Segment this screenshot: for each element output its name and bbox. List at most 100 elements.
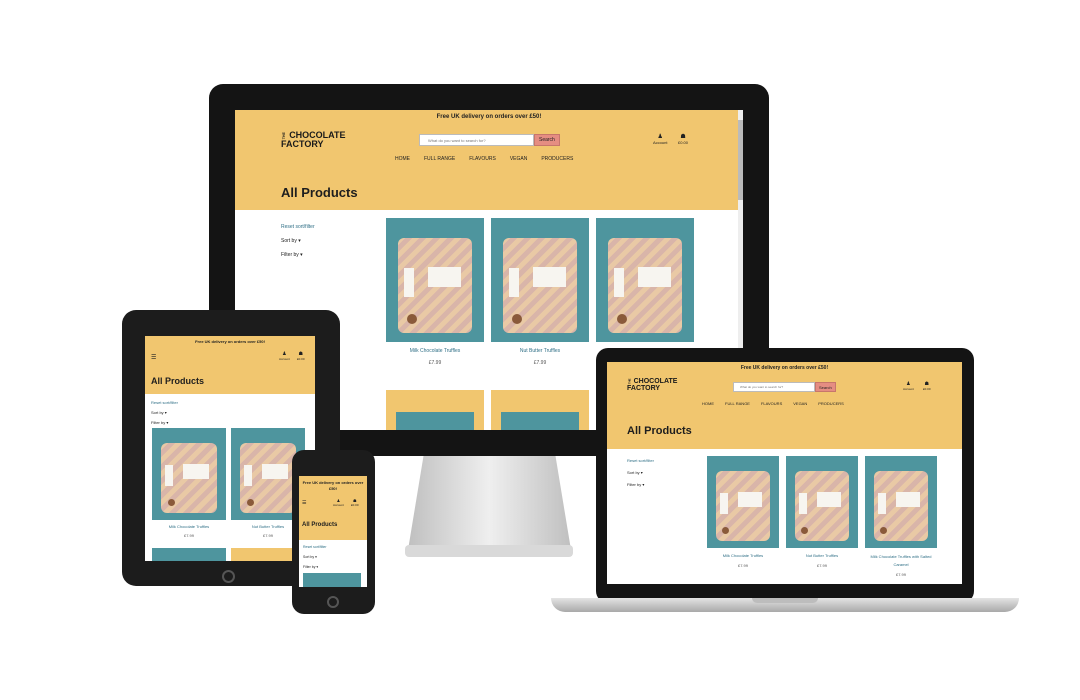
search-button[interactable]: Search bbox=[534, 134, 560, 146]
delivery-banner: Free UK delivery on orders over £50! bbox=[235, 110, 743, 125]
filter-by-dropdown[interactable]: Filter by ▾ bbox=[627, 479, 654, 491]
filter-by-dropdown[interactable]: Filter by ▾ bbox=[281, 248, 315, 262]
sidebar: Reset sort/filter Sort by ▾ Filter by ▾ bbox=[303, 542, 327, 572]
main-nav: HOME FULL RANGE FLAVOURS VEGAN PRODUCERS bbox=[395, 156, 573, 162]
product-name[interactable]: Milk Chocolate Truffles bbox=[386, 348, 484, 354]
product-card[interactable]: Milk Chocolate Truffles £7.99 bbox=[707, 456, 779, 568]
filter-by-dropdown[interactable]: Filter by ▾ bbox=[303, 562, 327, 572]
hamburger-icon[interactable]: ☰ bbox=[302, 500, 306, 506]
reset-sort-filter-link[interactable]: Reset sort/filter bbox=[151, 398, 178, 408]
sort-by-dropdown[interactable]: Sort by ▾ bbox=[151, 408, 178, 418]
product-card[interactable]: Nut Butter Truffles £7.99 bbox=[786, 456, 858, 568]
nav-vegan[interactable]: VEGAN bbox=[510, 156, 528, 162]
reset-sort-filter-link[interactable]: Reset sort/filter bbox=[281, 220, 315, 234]
nav-flavours[interactable]: FLAVOURS bbox=[761, 401, 782, 406]
product-image bbox=[303, 573, 361, 587]
site-header: THECHOCOLATE FACTORY Search ♟ Account ☗ … bbox=[607, 375, 962, 417]
product-name[interactable]: Nut Butter Truffles bbox=[786, 553, 858, 558]
search-input[interactable] bbox=[419, 134, 534, 146]
truffle-bag-image bbox=[874, 471, 928, 541]
sort-by-dropdown[interactable]: Sort by ▾ bbox=[281, 234, 315, 248]
truffle-bag-image bbox=[398, 238, 472, 333]
product-card[interactable]: Milk Chocolate Truffles with Salted Cara… bbox=[865, 456, 937, 577]
desktop-stand-base bbox=[405, 545, 573, 557]
title-band: All Products bbox=[145, 372, 315, 394]
sort-by-dropdown[interactable]: Sort by ▾ bbox=[303, 552, 327, 562]
user-icon: ♟ bbox=[657, 134, 663, 140]
main-nav: HOME FULL RANGE FLAVOURS VEGAN PRODUCERS bbox=[702, 401, 844, 406]
reset-sort-filter-link[interactable]: Reset sort/filter bbox=[627, 455, 654, 467]
nav-flavours[interactable]: FLAVOURS bbox=[469, 156, 496, 162]
bag-link[interactable]: ☗ £0.00 bbox=[923, 381, 931, 391]
account-link[interactable]: ♟ Account bbox=[903, 381, 914, 391]
tablet-home-button bbox=[222, 570, 235, 583]
nav-vegan[interactable]: VEGAN bbox=[793, 401, 807, 406]
product-card[interactable]: Milk Chocolate Truffles £7.99 bbox=[386, 218, 484, 366]
page-title: All Products bbox=[151, 376, 205, 386]
search-form: Search bbox=[419, 134, 560, 146]
nav-full-range[interactable]: FULL RANGE bbox=[725, 401, 750, 406]
search-form: Search bbox=[733, 382, 836, 392]
title-band: All Products bbox=[235, 179, 743, 210]
delivery-banner: Free UK delivery on orders over £50! bbox=[607, 362, 962, 375]
laptop-screen: Free UK delivery on orders over £50! THE… bbox=[607, 362, 962, 584]
brand-logo[interactable]: THE CHOCOLATE FACTORY bbox=[627, 378, 677, 392]
brand-logo[interactable]: THE CHOCOLATE FACTORY bbox=[281, 131, 346, 149]
product-price: £7.99 bbox=[895, 572, 906, 577]
product-image bbox=[491, 390, 589, 430]
bag-link[interactable]: ☗ £0.00 bbox=[678, 133, 688, 145]
product-price: £7.99 bbox=[816, 563, 827, 568]
nav-home[interactable]: HOME bbox=[395, 156, 410, 162]
account-link[interactable]: ♟ Account bbox=[333, 498, 344, 507]
sidebar: Reset sort/filter Sort by ▾ Filter by ▾ bbox=[627, 455, 654, 491]
nav-full-range[interactable]: FULL RANGE bbox=[424, 156, 455, 162]
hamburger-icon[interactable]: ☰ bbox=[151, 354, 156, 361]
nav-home[interactable]: HOME bbox=[702, 401, 714, 406]
product-name[interactable]: Nut Butter Truffles bbox=[491, 348, 589, 354]
phone-home-button bbox=[327, 596, 339, 608]
title-band: All Products bbox=[299, 516, 367, 540]
title-band: All Products bbox=[607, 417, 962, 449]
product-image bbox=[152, 548, 226, 561]
sort-by-dropdown[interactable]: Sort by ▾ bbox=[627, 467, 654, 479]
bag-link[interactable]: ☗ £0.00 bbox=[351, 498, 359, 507]
search-button[interactable]: Search bbox=[815, 382, 836, 392]
bag-link[interactable]: ☗ £0.00 bbox=[297, 351, 305, 361]
product-image bbox=[865, 456, 937, 548]
product-price: £7.99 bbox=[737, 563, 748, 568]
delivery-banner: Free UK delivery on orders over £50! bbox=[299, 476, 367, 496]
product-card[interactable]: Milk Chocolate Truffles £7.99 bbox=[152, 428, 226, 538]
account-link[interactable]: ♟ Account bbox=[279, 351, 290, 361]
product-image bbox=[786, 456, 858, 548]
truffle-bag-image bbox=[608, 238, 682, 333]
truffle-bag-image bbox=[795, 471, 849, 541]
phone-screen: Free UK delivery on orders over £50! ☰ ♟… bbox=[299, 476, 367, 587]
shopping-bag-icon: ☗ bbox=[680, 134, 686, 140]
product-name[interactable]: Milk Chocolate Truffles bbox=[152, 524, 226, 529]
truffle-bag-image bbox=[716, 471, 770, 541]
product-name[interactable]: Milk Chocolate Truffles with Salted Cara… bbox=[865, 553, 937, 569]
product-image bbox=[386, 390, 484, 430]
page-title: All Products bbox=[302, 522, 338, 528]
search-input[interactable] bbox=[733, 382, 815, 392]
product-image bbox=[386, 218, 484, 342]
truffle-bag-image bbox=[161, 443, 217, 513]
truffle-bag-image bbox=[240, 443, 296, 513]
product-price: £7.99 bbox=[183, 533, 194, 538]
filter-by-dropdown[interactable]: Filter by ▾ bbox=[151, 418, 178, 428]
sidebar: Reset sort/filter Sort by ▾ Filter by ▾ bbox=[151, 398, 178, 428]
reset-sort-filter-link[interactable]: Reset sort/filter bbox=[303, 542, 327, 552]
product-image bbox=[707, 456, 779, 548]
nav-producers[interactable]: PRODUCERS bbox=[818, 401, 844, 406]
product-card[interactable] bbox=[596, 218, 694, 342]
truffle-bag-image bbox=[503, 238, 577, 333]
account-link[interactable]: ♟ Account bbox=[653, 133, 667, 145]
product-image bbox=[152, 428, 226, 520]
product-card[interactable]: Nut Butter Truffles £7.99 bbox=[491, 218, 589, 366]
product-name[interactable]: Milk Chocolate Truffles bbox=[707, 553, 779, 558]
desktop-stand bbox=[407, 456, 572, 556]
product-price: £7.99 bbox=[533, 360, 547, 366]
nav-producers[interactable]: PRODUCERS bbox=[541, 156, 573, 162]
site-header: ☰ ♟ Account ☗ £0.00 bbox=[299, 496, 367, 516]
site-header: THECHOCOLATE FACTORY Search ♟ Account ☗ … bbox=[235, 125, 743, 179]
